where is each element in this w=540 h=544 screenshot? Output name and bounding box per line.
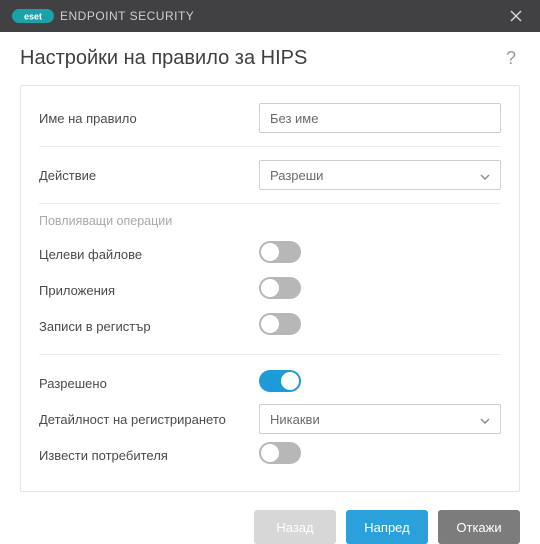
cancel-button[interactable]: Откажи [438, 510, 520, 544]
settings-panel: Име на правило Действие Разреши Повлиява… [20, 85, 520, 492]
rule-name-label: Име на правило [39, 111, 259, 126]
product-name: ENDPOINT SECURITY [60, 9, 194, 23]
action-label: Действие [39, 168, 259, 183]
titlebar: eset ENDPOINT SECURITY [0, 0, 540, 32]
divider [39, 354, 501, 355]
chevron-down-icon [480, 412, 490, 427]
svg-text:eset: eset [24, 12, 42, 22]
next-button[interactable]: Напред [346, 510, 428, 544]
divider [39, 146, 501, 147]
action-select[interactable]: Разреши [259, 160, 501, 190]
target-files-toggle[interactable] [259, 241, 301, 263]
brand-logo: eset [12, 8, 54, 24]
notify-user-toggle[interactable] [259, 442, 301, 464]
action-select-value: Разреши [270, 168, 323, 183]
page-title: Настройки на правило за HIPS [20, 47, 307, 70]
applications-toggle[interactable] [259, 277, 301, 299]
applications-label: Приложения [39, 283, 259, 298]
rule-name-input[interactable] [259, 103, 501, 133]
target-files-label: Целеви файлове [39, 247, 259, 262]
close-button[interactable] [502, 2, 530, 30]
enabled-toggle[interactable] [259, 370, 301, 392]
help-button[interactable]: ? [502, 46, 520, 71]
help-icon: ? [506, 48, 516, 68]
logging-detail-value: Никакви [270, 412, 320, 427]
registry-entries-label: Записи в регистър [39, 319, 259, 334]
enabled-label: Разрешено [39, 376, 259, 391]
notify-user-label: Извести потребителя [39, 448, 259, 463]
logging-detail-select[interactable]: Никакви [259, 404, 501, 434]
close-icon [510, 10, 522, 22]
section-affecting-ops: Повлияващи операции [39, 214, 501, 228]
chevron-down-icon [480, 168, 490, 183]
logging-detail-label: Детайлност на регистрирането [39, 412, 259, 427]
brand: eset ENDPOINT SECURITY [12, 8, 194, 24]
divider [39, 203, 501, 204]
back-button: Назад [254, 510, 336, 544]
registry-entries-toggle[interactable] [259, 313, 301, 335]
